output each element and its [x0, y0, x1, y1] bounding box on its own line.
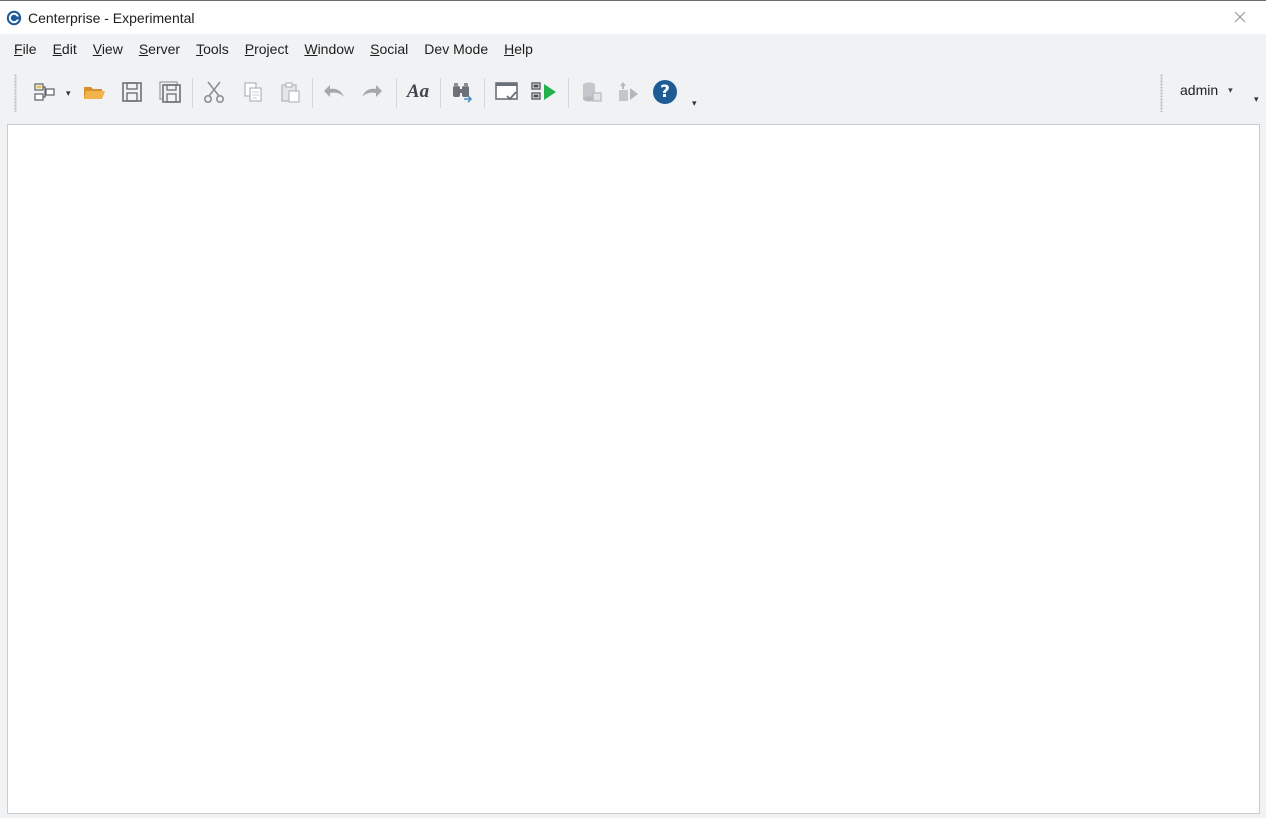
deploy-button[interactable] [614, 78, 642, 106]
find-icon [453, 83, 473, 103]
toolbar-separator [484, 78, 485, 108]
font-icon: Aa [406, 81, 430, 102]
user-toolbar-overflow-button[interactable]: ▾ [1254, 94, 1259, 105]
cut-button[interactable] [200, 78, 228, 106]
close-icon [1234, 11, 1246, 23]
close-button[interactable] [1230, 7, 1250, 27]
toolbar-separator [312, 78, 313, 108]
app-window: Centerprise - Experimental File Edit Vie… [0, 0, 1266, 818]
toolbar-grip[interactable] [14, 74, 17, 112]
save-icon [122, 82, 142, 102]
copy-button[interactable] [239, 78, 267, 106]
user-name: admin [1180, 82, 1219, 98]
new-dropdown-arrow[interactable]: ▾ [66, 88, 71, 99]
menu-project[interactable]: Project [245, 41, 289, 57]
menu-file[interactable]: File [14, 41, 37, 57]
verify-button[interactable] [493, 78, 521, 106]
toolbar-separator [396, 78, 397, 108]
toolbar-separator [192, 78, 193, 108]
menu-window[interactable]: Window [304, 41, 354, 57]
menu-view[interactable]: View [93, 41, 123, 57]
help-icon: ? [653, 80, 677, 104]
menu-social[interactable]: Social [370, 41, 408, 57]
user-menu[interactable]: admin ▾ [1180, 82, 1233, 98]
run-button[interactable] [530, 78, 558, 106]
main-toolbar: ▾ Aa ? ▾ admin ▾ ▾ [0, 64, 1266, 120]
undo-icon [324, 85, 344, 97]
save-all-button[interactable] [156, 78, 184, 106]
copy-icon [244, 82, 262, 102]
help-button[interactable]: ? [651, 78, 679, 106]
window-title: Centerprise - Experimental [28, 9, 195, 26]
new-button[interactable] [30, 78, 58, 106]
redo-icon [362, 85, 382, 97]
save-all-icon [159, 81, 181, 103]
user-menu-caret: ▾ [1228, 84, 1233, 95]
centerprise-logo-icon [6, 10, 22, 26]
toolbar-separator [568, 78, 569, 108]
paste-button[interactable] [276, 78, 304, 106]
menu-bar: File Edit View Server Tools Project Wind… [0, 34, 1266, 64]
database-icon [583, 82, 602, 102]
user-toolbar-grip[interactable] [1160, 74, 1163, 112]
menu-dev-mode[interactable]: Dev Mode [424, 41, 488, 57]
paste-icon [281, 82, 300, 103]
toolbar-overflow-button[interactable]: ▾ [692, 98, 697, 109]
save-button[interactable] [118, 78, 146, 106]
menu-help[interactable]: Help [504, 41, 533, 57]
open-button[interactable] [80, 78, 108, 106]
verify-icon [495, 82, 518, 101]
main-workspace[interactable] [7, 124, 1260, 814]
redo-button[interactable] [358, 78, 386, 106]
open-folder-icon [84, 87, 105, 99]
menu-edit[interactable]: Edit [53, 41, 77, 57]
menu-server[interactable]: Server [139, 41, 180, 57]
font-button[interactable]: Aa [402, 78, 434, 106]
find-button[interactable] [448, 78, 476, 106]
menu-tools[interactable]: Tools [196, 41, 229, 57]
deploy-icon [619, 82, 638, 101]
cut-icon [203, 81, 225, 104]
title-bar: Centerprise - Experimental [0, 1, 1266, 34]
database-button[interactable] [578, 78, 606, 106]
run-icon [531, 82, 556, 100]
new-flow-icon [34, 83, 55, 101]
undo-button[interactable] [320, 78, 348, 106]
toolbar-separator [440, 78, 441, 108]
